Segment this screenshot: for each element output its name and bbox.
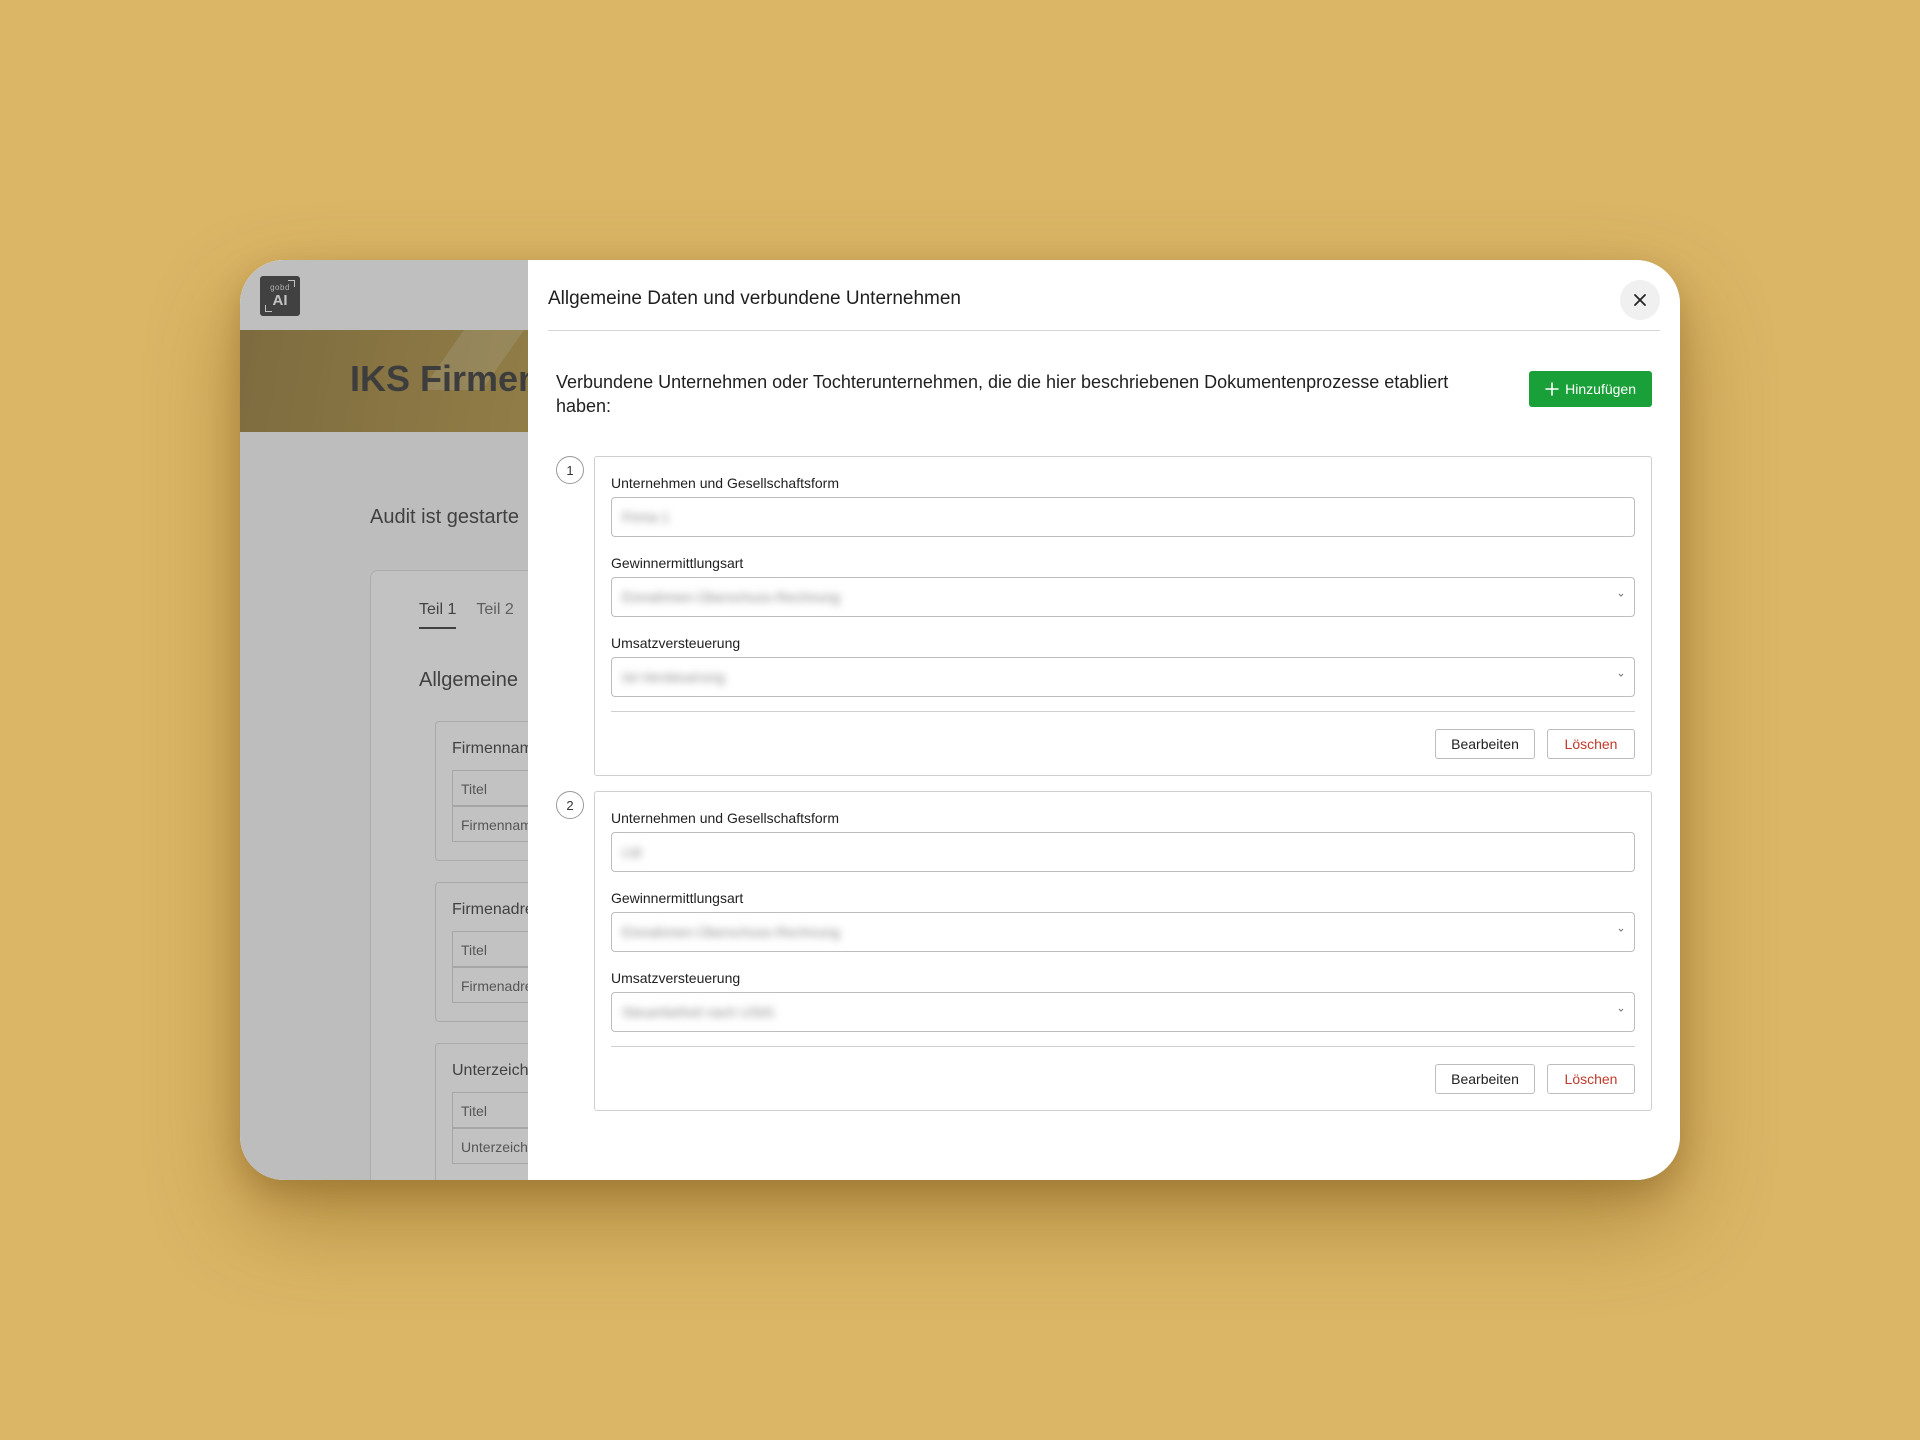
company-value: Firma 1	[622, 509, 670, 525]
chevron-down-icon	[1618, 673, 1624, 677]
vat-select[interactable]: Ist-Versteuerung	[611, 657, 1635, 697]
plus-icon	[1545, 382, 1559, 396]
profit-method-select[interactable]: Einnahmen-Überschuss-Rechnung	[611, 912, 1635, 952]
delete-button[interactable]: Löschen	[1547, 729, 1635, 759]
modal-title: Allgemeine Daten und verbundene Unterneh…	[548, 288, 961, 309]
company-label: Unternehmen und Gesellschaftsform	[611, 475, 839, 491]
entry-divider	[611, 1046, 1635, 1047]
chevron-down-icon	[1618, 593, 1624, 597]
profit-method-value: Einnahmen-Überschuss-Rechnung	[622, 924, 840, 940]
vat-label: Umsatzversteuerung	[611, 970, 741, 986]
company-entry-2: Unternehmen und Gesellschaftsform Ltd Ge…	[594, 791, 1652, 1111]
delete-button[interactable]: Löschen	[1547, 1064, 1635, 1094]
related-companies-modal: Allgemeine Daten und verbundene Unterneh…	[528, 260, 1680, 1180]
company-label: Unternehmen und Gesellschaftsform	[611, 810, 839, 826]
vat-value: Ist-Versteuerung	[622, 669, 725, 685]
company-input[interactable]: Firma 1	[611, 497, 1635, 537]
vat-select[interactable]: Steuerbefreit nach UStG	[611, 992, 1635, 1032]
device-frame: gobd AI IKS Firmen Audit ist gestarte Te…	[240, 260, 1680, 1180]
chevron-down-icon	[1618, 928, 1624, 932]
chevron-down-icon	[1618, 1008, 1624, 1012]
add-company-button[interactable]: Hinzufügen	[1529, 371, 1652, 407]
close-button[interactable]	[1620, 280, 1660, 320]
company-input[interactable]: Ltd	[611, 832, 1635, 872]
company-entry-1: Unternehmen und Gesellschaftsform Firma …	[594, 456, 1652, 776]
profit-method-select[interactable]: Einnahmen-Überschuss-Rechnung	[611, 577, 1635, 617]
entry-divider	[611, 711, 1635, 712]
modal-intro-text: Verbundene Unternehmen oder Tochterunter…	[556, 372, 1449, 416]
company-value: Ltd	[622, 844, 642, 860]
edit-button[interactable]: Bearbeiten	[1435, 1064, 1535, 1094]
entry-number-badge: 2	[556, 791, 584, 819]
vat-value: Steuerbefreit nach UStG	[622, 1004, 775, 1020]
add-button-label: Hinzufügen	[1565, 381, 1636, 397]
modal-header: Allgemeine Daten und verbundene Unterneh…	[548, 260, 1660, 331]
vat-label: Umsatzversteuerung	[611, 635, 741, 651]
edit-button[interactable]: Bearbeiten	[1435, 729, 1535, 759]
entry-number-badge: 1	[556, 456, 584, 484]
profit-method-label: Gewinnermittlungsart	[611, 890, 744, 906]
close-icon	[1634, 294, 1646, 306]
profit-method-value: Einnahmen-Überschuss-Rechnung	[622, 589, 840, 605]
profit-method-label: Gewinnermittlungsart	[611, 555, 744, 571]
